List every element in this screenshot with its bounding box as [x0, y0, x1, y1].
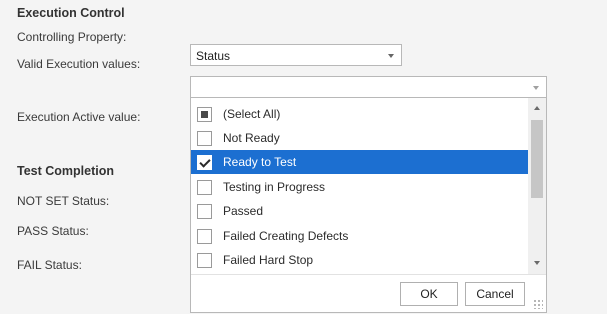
- list-item-label: Testing in Progress: [223, 180, 326, 194]
- list-item-label: Not Ready: [223, 131, 280, 145]
- controlling-property-dropdown[interactable]: Status: [190, 44, 402, 66]
- fail-status-label: FAIL Status:: [17, 258, 82, 272]
- list-item-label: Failed Hard Stop: [223, 253, 314, 267]
- scroll-up-arrow-icon[interactable]: [528, 100, 546, 118]
- test-completion-heading: Test Completion: [17, 164, 114, 178]
- ok-button[interactable]: OK: [400, 282, 458, 306]
- chevron-down-icon[interactable]: [381, 45, 401, 65]
- checkmark-icon[interactable]: [197, 154, 212, 170]
- execution-active-value-label: Execution Active value:: [17, 110, 141, 124]
- list-item-failed-hard-stop[interactable]: Failed Hard Stop: [191, 248, 529, 272]
- list-item-ready-to-test[interactable]: Ready to Test: [191, 150, 529, 174]
- pass-status-label: PASS Status:: [17, 224, 89, 238]
- scroll-down-arrow-icon[interactable]: [528, 254, 546, 272]
- checklist-dropdown-popup: (Select All) Not Ready Ready to Test Tes…: [190, 97, 547, 313]
- cancel-button[interactable]: Cancel: [465, 282, 525, 306]
- status-checklist: (Select All) Not Ready Ready to Test Tes…: [191, 98, 529, 274]
- list-item-label: Failed Creating Defects: [223, 229, 349, 243]
- controlling-property-value: Status: [196, 49, 231, 63]
- vertical-scrollbar[interactable]: [528, 98, 546, 274]
- list-item-testing-in-progress[interactable]: Testing in Progress: [191, 175, 529, 199]
- resize-grip-icon[interactable]: [533, 299, 543, 309]
- list-item-failed-creating-defects[interactable]: Failed Creating Defects: [191, 224, 529, 248]
- popup-footer: OK Cancel: [191, 274, 546, 312]
- checkbox-icon[interactable]: [197, 179, 212, 195]
- checkbox-icon[interactable]: [197, 228, 212, 244]
- list-item-label: Ready to Test: [223, 155, 297, 169]
- list-item-passed[interactable]: Passed: [191, 199, 529, 223]
- settings-panel: Execution Control Controlling Property: …: [0, 0, 607, 314]
- list-item-not-ready[interactable]: Not Ready: [191, 126, 529, 150]
- checkbox-icon[interactable]: [197, 252, 212, 268]
- checkbox-icon[interactable]: [197, 203, 212, 219]
- controlling-property-label: Controlling Property:: [17, 30, 127, 44]
- checkbox-indeterminate-icon[interactable]: [197, 106, 212, 122]
- chevron-down-icon[interactable]: [526, 77, 546, 97]
- valid-execution-values-dropdown[interactable]: [190, 76, 547, 98]
- checkbox-icon[interactable]: [197, 130, 212, 146]
- list-item-label: (Select All): [223, 107, 281, 121]
- list-item-select-all[interactable]: (Select All): [191, 102, 529, 126]
- valid-execution-values-label: Valid Execution values:: [17, 57, 141, 71]
- list-item-label: Passed: [223, 204, 264, 218]
- execution-control-heading: Execution Control: [17, 6, 125, 20]
- scrollbar-thumb[interactable]: [531, 120, 543, 198]
- not-set-status-label: NOT SET Status:: [17, 194, 110, 208]
